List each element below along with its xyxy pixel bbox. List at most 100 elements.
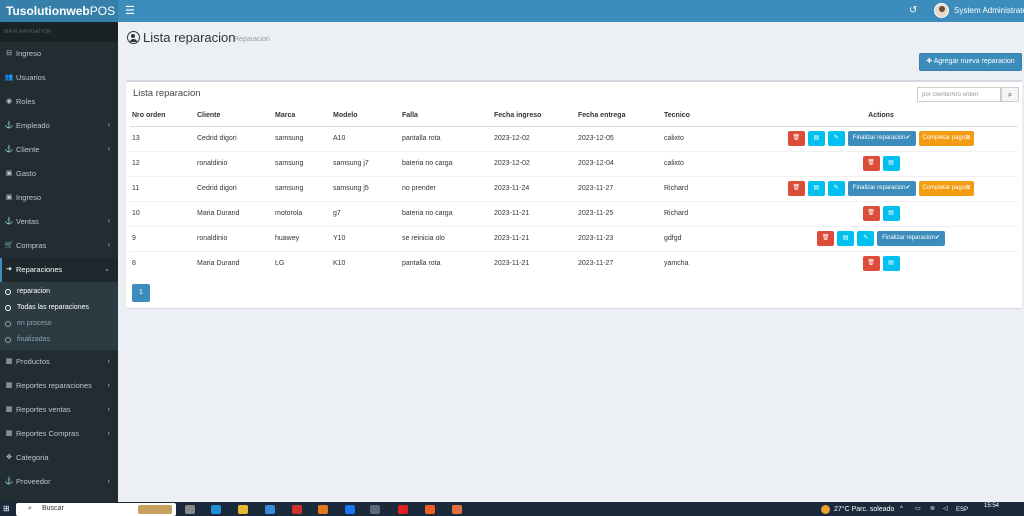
sidebar-item-label: Ingreso [16,49,42,58]
volume-icon[interactable]: ◁ [943,506,949,512]
sidebar-toggle-icon[interactable]: ☰ [125,4,137,18]
document-icon[interactable]: ▤ [807,181,825,196]
sidebar-item-categoria[interactable]: ✥ Categoria [0,446,118,470]
taskbar-youtube-icon[interactable] [398,505,408,514]
sidebar-item-ingreso[interactable]: ▣ Ingreso [0,186,118,210]
search-icon: ⌕ [28,505,32,512]
sidebar-item-label: Usuarios [16,73,46,82]
app-logo[interactable]: TusolutionwebPOS [0,0,118,22]
sign-in-icon: ➔ [6,266,12,273]
cell-marca: samsung [273,175,331,201]
cell-actions: 🗑 ▤ [742,250,1018,276]
chevron-down-icon: ⌄ [104,266,110,273]
sidebar-subitem-finalizadas[interactable]: finalizadas [0,332,118,348]
cell-falla: no prender [400,175,492,201]
sidebar-item-roles[interactable]: ◉ Roles [0,90,118,114]
sidebar-item-productos[interactable]: ▦ Productos ‹ [0,350,118,374]
row-actions: 🗑 ▤ [862,256,900,272]
wifi-icon[interactable]: ≋ [930,506,936,512]
cell-modelo: Y10 [331,225,400,251]
table-row: 13 Cedrid digori samsung A10 pantalla rota 20… [130,125,1018,151]
sidebar-item-ventas[interactable]: ⚓ Ventas ‹ [0,210,118,234]
windows-start-icon[interactable]: ⊞ [3,505,11,513]
cart-icon: 🛒 [4,242,14,249]
taskbar-mail-icon[interactable] [265,505,275,514]
taskbar-language[interactable]: ESP [956,504,968,516]
pencil-icon[interactable]: ✎ [857,231,875,246]
sidebar-subitem-en-proceso[interactable]: en proceso [0,316,118,332]
sidebar-item-usuarios[interactable]: 👥 Usuarios [0,66,118,90]
sidebar-item-ingreso[interactable]: ⊟ Ingreso [0,42,118,66]
pencil-icon[interactable]: ✎ [827,181,845,196]
sidebar-item-reparaciones[interactable]: ➔ Reparaciones ⌄ [0,258,118,282]
sidebar-subitem-reparacion[interactable]: reparacion [0,284,118,300]
trash-icon[interactable]: 🗑 [862,206,880,221]
cell-ingreso: 2023-12-02 [492,150,576,176]
taskbar-firefox-icon[interactable] [318,505,328,514]
complete-payment-button[interactable]: Completar pago⊠ [918,181,975,196]
sidebar-item-reportes-compras[interactable]: ▦ Reportes Compras ‹ [0,422,118,446]
sidebar-submenu: reparacion Todas las reparaciones en proce… [0,282,118,350]
taskbar-app-icon-2[interactable] [452,505,462,514]
sidebar-item-label: Reparaciones [16,265,63,274]
cell-ingreso: 2023-11-21 [492,225,576,251]
taskbar-facebook-icon[interactable] [345,505,355,514]
document-icon[interactable]: ▤ [882,256,900,272]
anchor-icon: ⚓ [4,218,14,225]
user-circle-icon [127,31,140,44]
cell-nro: 13 [130,125,195,151]
taskbar-app-icon[interactable] [185,505,195,514]
sidebar-item-gasto[interactable]: ▣ Gasto [0,162,118,186]
user-circle-icon: ◉ [5,98,13,105]
trash-icon[interactable]: 🗑 [787,181,805,196]
sidebar-item-label: Ventas [16,217,39,226]
pencil-icon[interactable]: ✎ [827,131,845,146]
cell-entrega: 2023-11-25 [576,200,662,226]
finalize-repair-button[interactable]: Finalizar reparacion✔ [847,131,916,146]
sidebar-item-compras[interactable]: 🛒 Compras ‹ [0,234,118,258]
trash-icon[interactable]: 🗑 [862,156,880,171]
add-repair-button[interactable]: ✚ Agregar nueva reparacion [919,53,1022,71]
finalize-repair-button[interactable]: Finalizar reparacion✔ [877,231,945,246]
user-name[interactable]: System Administrator [954,0,1024,22]
network-icon[interactable]: ▭ [915,506,921,512]
complete-payment-button[interactable]: Completar pago⊠ [918,131,975,146]
taskbar-edge-icon[interactable] [211,505,221,514]
sidebar-item-proveedor[interactable]: ⚓ Proveedor ‹ [0,470,118,494]
finalize-repair-button[interactable]: Finalizar reparacion✔ [847,181,916,196]
cell-ingreso: 2023-11-24 [492,175,576,201]
column-header: Falla [400,106,492,127]
taskbar-folder-icon[interactable] [238,505,248,514]
table-row: 10 Maria Durand motorola g7 bateria no carga… [130,200,1018,226]
search-input[interactable] [917,87,1001,102]
trash-icon[interactable]: 🗑 [862,256,880,272]
trash-icon[interactable]: 🗑 [787,131,805,146]
sidebar-item-cliente[interactable]: ⚓ Cliente ‹ [0,138,118,162]
document-icon[interactable]: ▤ [882,156,900,171]
cell-marca: motorola [273,200,331,226]
sidebar-item-reportes-reparaciones[interactable]: ▦ Reportes reparaciones ‹ [0,374,118,398]
taskbar-weather[interactable]: 27°C Parc. soleado [834,504,894,516]
document-icon[interactable]: ▤ [807,131,825,146]
sidebar-item-empleado[interactable]: ⚓ Empleado ‹ [0,114,118,138]
cell-marca: samsung [273,150,331,176]
sidebar-subitem-todas-las-reparaciones[interactable]: Todas las reparaciones [0,300,118,316]
cell-modelo: g7 [331,200,400,226]
taskbar-time[interactable]: 15:54 [984,502,999,510]
cell-nro: 11 [130,175,195,201]
document-icon[interactable]: ▤ [882,206,900,221]
table-row: 12 ronaldinio samsung samsung j7 bateria no … [130,150,1018,176]
sidebar-item-reportes-ventas[interactable]: ▦ Reportes ventas ‹ [0,398,118,422]
cell-cliente: Maria Durand [195,200,273,226]
document-icon[interactable]: ▤ [837,231,855,246]
taskbar-opera-icon[interactable] [292,505,302,514]
chevron-up-icon[interactable]: ^ [900,506,906,512]
pagination-page-button[interactable]: 1 [132,284,150,302]
taskbar-brave-icon[interactable] [425,505,435,514]
avatar[interactable] [934,3,949,18]
trash-icon[interactable]: 🗑 [817,231,835,246]
history-icon[interactable]: ↺ [909,4,921,18]
search-icon[interactable]: ⌕ [1001,87,1019,102]
taskbar-chrome-icon[interactable] [370,505,380,514]
chevron-left-icon: ‹ [107,430,110,437]
